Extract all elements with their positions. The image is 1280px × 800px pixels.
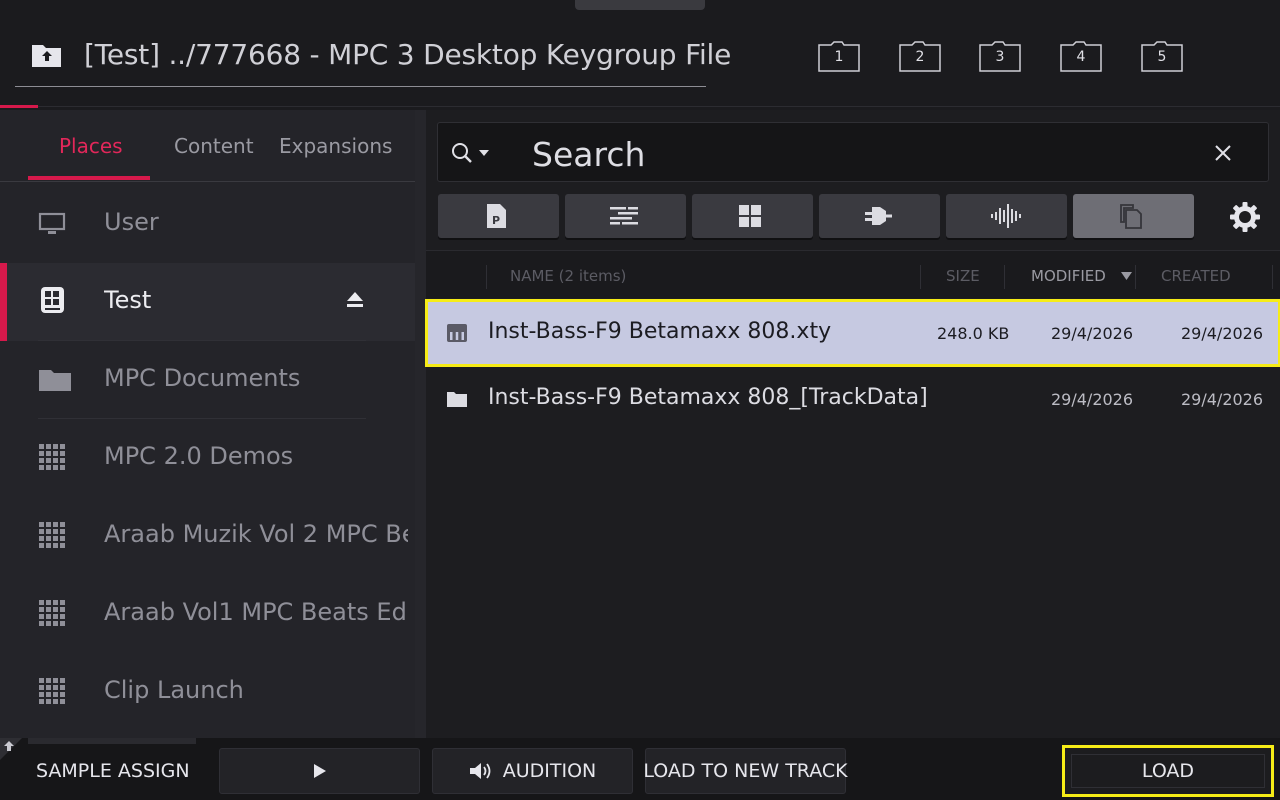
folder-up-icon[interactable] <box>31 42 63 68</box>
bank-label: 3 <box>995 49 1005 65</box>
column-size[interactable]: SIZE <box>946 267 980 285</box>
search-input[interactable]: Search <box>532 135 645 174</box>
play-icon <box>313 764 326 778</box>
top-drag-handle[interactable] <box>575 0 705 10</box>
bank-4-button[interactable]: 4 <box>1060 40 1102 72</box>
search-field[interactable]: Search <box>437 122 1269 182</box>
grid-icon <box>39 678 65 704</box>
load-to-new-track-button[interactable]: LOAD TO NEW TRACK <box>643 748 848 794</box>
plugin-icon <box>865 207 892 225</box>
keygroup-icon <box>447 324 467 342</box>
file-row[interactable]: Inst-Bass-F9 Betamaxx 808_[TrackData] 29… <box>426 366 1280 432</box>
column-name[interactable]: NAME (2 items) <box>510 267 626 285</box>
play-button[interactable] <box>219 748 420 794</box>
bank-label: 4 <box>1076 49 1086 65</box>
filter-kits-button[interactable] <box>692 194 813 238</box>
bank-3-button[interactable]: 3 <box>979 40 1021 72</box>
bank-5-button[interactable]: 5 <box>1141 40 1183 72</box>
left-tab-bar: Places Content Expansions <box>0 110 426 182</box>
bank-label: 1 <box>834 49 844 65</box>
place-item-araab-vol1[interactable]: Araab Vol1 MPC Beats Edition <box>0 575 426 653</box>
grid-icon <box>39 600 65 626</box>
sequence-icon <box>610 207 638 225</box>
speaker-icon <box>469 763 491 779</box>
path-field[interactable]: [Test] ../777668 - MPC 3 Desktop Keygrou… <box>15 36 731 87</box>
bank-label: 2 <box>915 49 925 65</box>
divider <box>1004 265 1005 289</box>
place-label: MPC Documents <box>104 364 301 392</box>
accent-line <box>0 105 38 108</box>
active-indicator <box>0 263 7 341</box>
column-header: NAME (2 items) SIZE MODIFIED CREATED <box>426 250 1280 298</box>
bank-2-button[interactable]: 2 <box>899 40 941 72</box>
chevron-down-icon[interactable] <box>478 149 490 157</box>
search-icon[interactable] <box>450 141 474 165</box>
place-label: User <box>104 208 159 236</box>
place-item-clip-launch[interactable]: Clip Launch <box>0 653 426 731</box>
place-label: Araab Vol1 MPC Beats Edition <box>104 598 408 626</box>
gear-icon[interactable] <box>1229 201 1261 233</box>
file-created: 29/4/2026 <box>1181 390 1264 409</box>
filter-all-files-button[interactable] <box>1073 194 1194 238</box>
file-row-selected[interactable]: Inst-Bass-F9 Betamaxx 808.xty 248.0 KB 2… <box>425 299 1280 367</box>
place-item-user[interactable]: User <box>0 185 426 263</box>
grid-icon <box>39 444 65 470</box>
filter-plugins-button[interactable] <box>819 194 940 238</box>
column-created[interactable]: CREATED <box>1161 267 1231 285</box>
load-button[interactable]: LOAD <box>1062 745 1274 797</box>
place-item-araab-muzik-vol2[interactable]: Araab Muzik Vol 2 MPC Beats <box>0 497 426 575</box>
tab-expansions[interactable]: Expansions <box>279 134 392 158</box>
copy-icon <box>1120 204 1142 229</box>
eject-icon[interactable] <box>346 291 364 309</box>
filter-programs-button[interactable]: P <box>438 194 559 238</box>
active-tab-indicator <box>28 176 150 180</box>
bank-1-button[interactable]: 1 <box>818 40 860 72</box>
file-name: Inst-Bass-F9 Betamaxx 808_[TrackData] <box>488 385 928 410</box>
file-browser: Search P NAME (2 items) SIZE MODIFIED CR… <box>425 110 1280 738</box>
file-name: Inst-Bass-F9 Betamaxx 808.xty <box>488 319 832 344</box>
divider <box>1272 265 1273 289</box>
filter-sequences-button[interactable] <box>565 194 686 238</box>
folder-icon <box>447 392 467 407</box>
folder-icon <box>39 370 71 391</box>
place-item-mpc-demos[interactable]: MPC 2.0 Demos <box>0 419 426 497</box>
file-created: 29/4/2026 <box>1181 324 1264 343</box>
bottom-bar: SAMPLE ASSIGN AUDITION LOAD TO NEW TRACK… <box>0 738 1280 800</box>
shift-indicator-bar <box>28 738 196 744</box>
place-item-mpc-documents[interactable]: MPC Documents <box>0 341 426 419</box>
svg-text:P: P <box>492 214 500 227</box>
column-modified[interactable]: MODIFIED <box>1031 267 1106 285</box>
load-label: LOAD <box>1141 760 1195 782</box>
sort-descending-icon <box>1121 272 1132 280</box>
sample-assign-button[interactable]: SAMPLE ASSIGN <box>20 748 192 794</box>
monitor-icon <box>38 212 66 234</box>
bank-label: 5 <box>1157 49 1167 65</box>
place-label: Araab Muzik Vol 2 MPC Beats <box>104 520 408 548</box>
drive-icon <box>41 287 64 313</box>
current-path: [Test] ../777668 - MPC 3 Desktop Keygrou… <box>84 38 732 71</box>
place-item-test[interactable]: Test <box>0 263 426 341</box>
tab-places[interactable]: Places <box>59 134 123 158</box>
waveform-icon <box>991 204 1021 228</box>
place-label: MPC 2.0 Demos <box>104 442 294 470</box>
file-modified: 29/4/2026 <box>1051 324 1134 343</box>
file-modified: 29/4/2026 <box>1051 390 1134 409</box>
close-icon[interactable] <box>1212 142 1234 164</box>
grid-icon <box>39 522 65 548</box>
place-label: Clip Launch <box>104 676 244 704</box>
divider <box>486 265 487 289</box>
filter-samples-button[interactable] <box>946 194 1067 238</box>
program-icon: P <box>487 204 506 228</box>
file-size: 248.0 KB <box>937 324 1010 343</box>
divider <box>38 106 1280 107</box>
audition-button[interactable]: AUDITION <box>432 748 633 794</box>
divider <box>1135 265 1136 289</box>
tab-content[interactable]: Content <box>174 134 254 158</box>
divider <box>920 265 921 289</box>
audition-label: AUDITION <box>502 760 597 782</box>
top-bar: [Test] ../777668 - MPC 3 Desktop Keygrou… <box>0 0 1280 108</box>
grid-icon <box>739 205 761 227</box>
places-panel: Places Content Expansions User Test MPC … <box>0 110 426 738</box>
places-scrollbar[interactable] <box>415 110 426 738</box>
